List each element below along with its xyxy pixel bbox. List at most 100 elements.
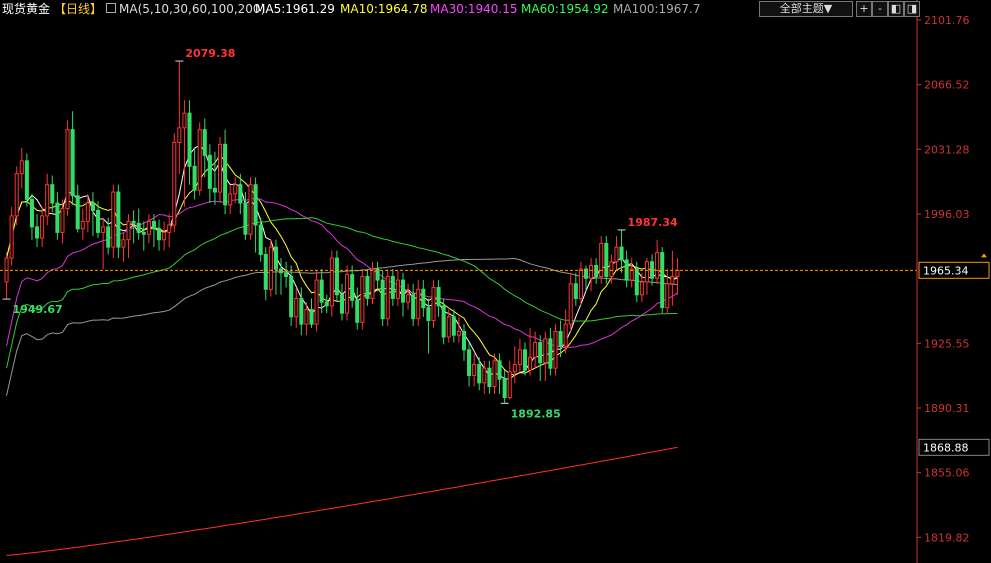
candle-body[interactable]: [436, 286, 441, 307]
candle-body[interactable]: [406, 294, 411, 303]
candle-body[interactable]: [558, 330, 563, 347]
candle-body[interactable]: [329, 257, 334, 307]
candle-body[interactable]: [217, 143, 223, 193]
ma-indicator-icon[interactable]: [106, 3, 116, 13]
candle-body[interactable]: [238, 184, 243, 204]
candle-body[interactable]: [233, 184, 238, 195]
candle-body[interactable]: [187, 112, 192, 167]
candle-body[interactable]: [85, 202, 90, 222]
candle-body[interactable]: [126, 220, 131, 241]
candle-body[interactable]: [141, 231, 146, 235]
candle-body[interactable]: [182, 112, 187, 129]
zoom-in-icon[interactable]: +: [856, 1, 872, 17]
candle-body[interactable]: [90, 202, 95, 211]
candle-body[interactable]: [243, 202, 248, 235]
candle-body[interactable]: [416, 288, 421, 320]
candle-body[interactable]: [543, 338, 548, 364]
theme-select[interactable]: 全部主题▼: [759, 1, 853, 17]
candle-body[interactable]: [517, 349, 522, 366]
zoom-out-icon[interactable]: -: [872, 1, 888, 17]
candle-body[interactable]: [370, 268, 375, 299]
candle-body[interactable]: [334, 257, 339, 296]
candle-body[interactable]: [528, 356, 533, 371]
candle-body[interactable]: [111, 191, 116, 248]
candle-body[interactable]: [121, 239, 126, 248]
candle-body[interactable]: [253, 184, 258, 226]
period-label[interactable]: 【日线】: [54, 0, 102, 18]
candle-body[interactable]: [461, 330, 467, 351]
candle-body[interactable]: [258, 224, 263, 255]
candle-body[interactable]: [670, 275, 675, 285]
candle-body[interactable]: [19, 160, 24, 175]
candle-body[interactable]: [202, 129, 207, 156]
candle-body[interactable]: [599, 242, 604, 277]
candle-body[interactable]: [324, 301, 329, 307]
candle-body[interactable]: [207, 154, 212, 189]
candle-body[interactable]: [390, 275, 395, 299]
candle-body[interactable]: [507, 371, 512, 399]
candle-body[interactable]: [278, 268, 284, 274]
candle-body[interactable]: [177, 127, 182, 143]
candle-body[interactable]: [675, 269, 680, 277]
candle-body[interactable]: [345, 274, 350, 314]
candle-body[interactable]: [60, 208, 65, 233]
candle-body[interactable]: [40, 215, 45, 239]
candle-body[interactable]: [309, 308, 314, 325]
candle-body[interactable]: [192, 165, 197, 191]
scroll-right-icon[interactable]: ◨: [904, 1, 920, 17]
candle-body[interactable]: [75, 195, 80, 230]
candle-body[interactable]: [136, 222, 141, 233]
candle-body[interactable]: [167, 224, 172, 233]
candle-body[interactable]: [502, 378, 507, 399]
candle-body[interactable]: [339, 294, 345, 314]
candle-body[interactable]: [14, 173, 19, 217]
candle-body[interactable]: [29, 198, 34, 228]
candle-body[interactable]: [151, 220, 156, 230]
candle-body[interactable]: [456, 330, 461, 336]
candle-body[interactable]: [24, 160, 29, 200]
candle-body[interactable]: [512, 364, 517, 373]
candle-body[interactable]: [273, 246, 278, 270]
candle-body[interactable]: [45, 184, 50, 217]
candle-body[interactable]: [294, 297, 299, 318]
candle-body[interactable]: [289, 275, 294, 318]
candle-body[interactable]: [492, 360, 497, 388]
candle-body[interactable]: [156, 228, 162, 241]
candle-body[interactable]: [573, 283, 578, 299]
candle-body[interactable]: [467, 349, 472, 377]
candle-body[interactable]: [578, 268, 583, 299]
candle-body[interactable]: [426, 307, 431, 321]
candle-body[interactable]: [304, 308, 309, 325]
candle-body[interactable]: [619, 246, 624, 261]
candle-body[interactable]: [319, 279, 324, 303]
candle-body[interactable]: [411, 294, 416, 320]
candle-body[interactable]: [568, 283, 573, 325]
candle-body[interactable]: [487, 367, 492, 388]
candle-body[interactable]: [441, 305, 446, 338]
candle-body[interactable]: [248, 184, 253, 235]
candle-body[interactable]: [538, 341, 543, 364]
candle-body[interactable]: [380, 279, 385, 320]
candle-body[interactable]: [385, 275, 390, 320]
candle-body[interactable]: [80, 220, 85, 230]
candle-body[interactable]: [223, 143, 228, 206]
candle-body[interactable]: [644, 261, 649, 283]
candle-body[interactable]: [655, 252, 660, 279]
candle-body[interactable]: [365, 275, 370, 299]
candle-body[interactable]: [314, 279, 319, 325]
candle-body[interactable]: [355, 299, 360, 323]
candle-body[interactable]: [212, 187, 217, 193]
candle-body[interactable]: [431, 286, 436, 321]
candle-body[interactable]: [533, 341, 538, 358]
ma-params-label[interactable]: MA(5,10,30,60,100,200): [119, 0, 265, 18]
candle-body[interactable]: [50, 184, 55, 204]
candle-body[interactable]: [65, 129, 70, 210]
candle-body[interactable]: [350, 274, 355, 301]
candle-body[interactable]: [197, 129, 202, 191]
candle-body[interactable]: [101, 226, 106, 233]
candle-body[interactable]: [522, 349, 528, 371]
candle-body[interactable]: [614, 246, 619, 263]
candle-body[interactable]: [451, 316, 456, 336]
candle-body[interactable]: [660, 252, 665, 309]
candle-body[interactable]: [35, 226, 40, 239]
